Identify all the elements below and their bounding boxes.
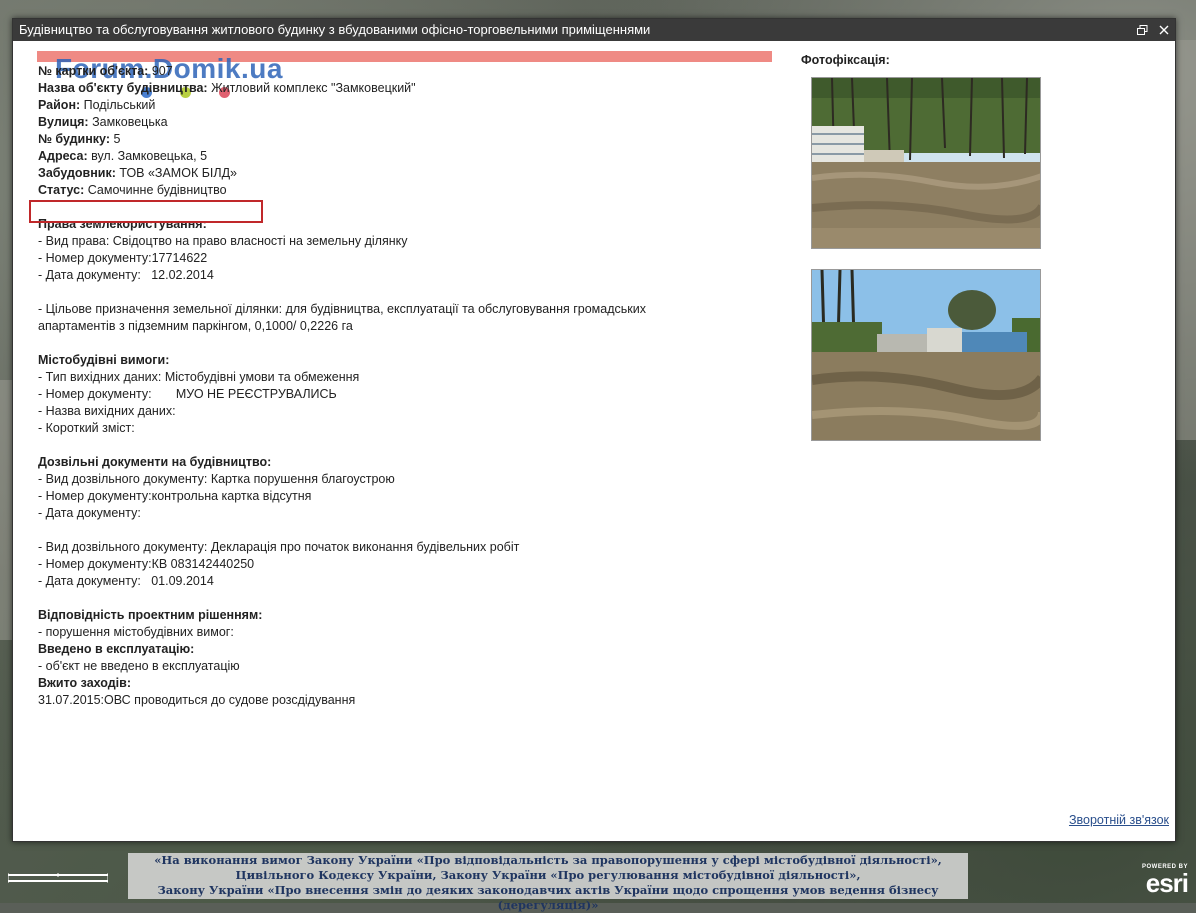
scale-bar bbox=[7, 868, 109, 883]
site-photo-2-image bbox=[812, 270, 1040, 440]
permit-row: - Дата документу: bbox=[38, 506, 141, 520]
card-field-district: Район: Подільський bbox=[38, 98, 156, 112]
permit-row: - Номер документу:КВ 083142440250 bbox=[38, 557, 255, 571]
card-field-object-name: Назва об'єкту будівництва: Житловий комп… bbox=[38, 81, 416, 95]
land-purpose: - Цільове призначення земельної ділянки:… bbox=[38, 302, 646, 316]
land-doc-date: - Дата документу: 12.02.2014 bbox=[38, 268, 214, 282]
legal-footer-line: «На виконання вимог Закону України «Про … bbox=[154, 853, 942, 867]
permit-row: - Вид дозвільного документу: Картка пору… bbox=[38, 472, 395, 486]
permit-row: - Вид дозвільного документу: Декларація … bbox=[38, 540, 520, 554]
site-photo-1[interactable] bbox=[811, 77, 1041, 249]
card-field-street: Вулиця: Замковецька bbox=[38, 115, 168, 129]
compliance-row: - порушення містобудівних вимог: bbox=[38, 625, 234, 639]
site-photo-1-image bbox=[812, 78, 1040, 248]
permits-heading: Дозвільні документи на будівництво: bbox=[38, 455, 272, 469]
permit-row: - Дата документу: 01.09.2014 bbox=[38, 574, 214, 588]
legal-footer-line: Цивільного Кодексу України, Закону Украї… bbox=[235, 868, 861, 882]
measures-row: 31.07.2015:ОВС проводиться до судове роз… bbox=[38, 693, 356, 707]
commissioned-heading: Введено в експлуатацію: bbox=[38, 642, 195, 656]
photos-title: Фотофіксація: bbox=[801, 53, 890, 67]
urban-requirements-heading: Містобудівні вимоги: bbox=[38, 353, 170, 367]
map-road bbox=[1176, 40, 1196, 440]
permit-row: - Номер документу:контрольна картка відс… bbox=[38, 489, 312, 503]
close-icon bbox=[1159, 25, 1169, 35]
close-button[interactable] bbox=[1157, 23, 1171, 37]
esri-wordmark: esri bbox=[1145, 868, 1189, 898]
urban-row: - Короткий зміст: bbox=[38, 421, 135, 435]
legal-footer-line: Закону України «Про внесення змін до дея… bbox=[157, 883, 939, 912]
urban-row: - Номер документу: МУО НЕ РЕЄСТРУВАЛИСЬ bbox=[38, 387, 337, 401]
card-field-developer: Забудовник: ТОВ «ЗАМОК БІЛД» bbox=[38, 166, 237, 180]
land-purpose-cont: апартаментів з підземним паркінгом, 0,10… bbox=[38, 319, 353, 333]
card-field-building-number: № будинку: 5 bbox=[38, 132, 121, 146]
esri-logo[interactable]: POWERED BY esri bbox=[1130, 864, 1189, 898]
urban-row: - Тип вихідних даних: Містобудівні умови… bbox=[38, 370, 360, 384]
info-popup-window: Будівництво та обслуговування житлового … bbox=[12, 18, 1176, 842]
card-field-number: № картки об'єкта: 907 bbox=[38, 64, 173, 78]
measures-heading: Вжито заходів: bbox=[38, 676, 132, 690]
object-card: № картки об'єкта: 907 Назва об'єкту буді… bbox=[38, 63, 798, 709]
scale-bar-icon bbox=[7, 873, 109, 883]
popup-title: Будівництво та обслуговування житлового … bbox=[19, 22, 651, 37]
urban-row: - Назва вихідних даних: bbox=[38, 404, 176, 418]
compliance-heading: Відповідність проектним рішенням: bbox=[38, 608, 263, 622]
popup-title-bar: Будівництво та обслуговування житлового … bbox=[13, 19, 1175, 41]
maximize-button[interactable] bbox=[1135, 23, 1149, 37]
land-right-type: - Вид права: Свідоцтво на право власност… bbox=[38, 234, 408, 248]
maximize-icon bbox=[1136, 24, 1147, 35]
feedback-link[interactable]: Зворотній зв'язок bbox=[1069, 813, 1169, 827]
card-field-address: Адреса: вул. Замковецька, 5 bbox=[38, 149, 208, 163]
card-field-status: Статус: Самочинне будівництво bbox=[38, 183, 227, 197]
popup-content: Forum.Domik.ua № картки об'єкта: 907 Наз… bbox=[13, 41, 1175, 841]
legal-footer: «На виконання вимог Закону України «Про … bbox=[128, 853, 968, 912]
land-doc-number: - Номер документу:17714622 bbox=[38, 251, 208, 265]
status-highlight-box bbox=[29, 200, 263, 223]
site-photo-2[interactable] bbox=[811, 269, 1041, 441]
commissioned-row: - об'єкт не введено в експлуатацію bbox=[38, 659, 240, 673]
